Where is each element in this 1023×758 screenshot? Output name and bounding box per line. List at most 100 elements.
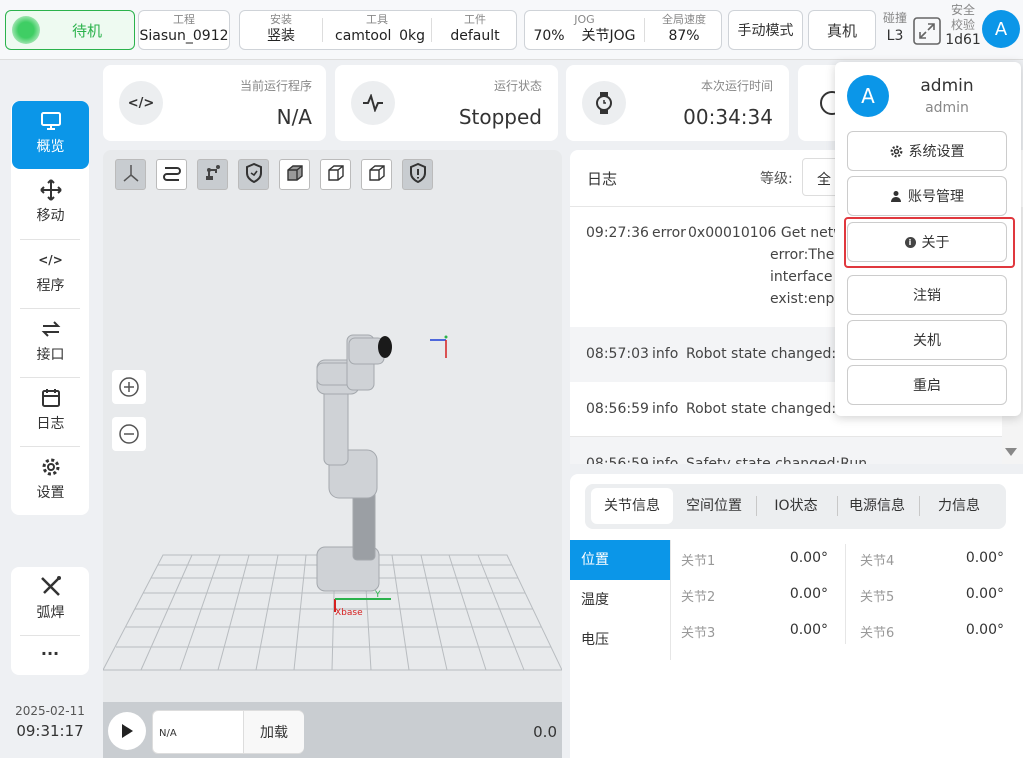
status-label: 待机 [71, 21, 102, 40]
robot-scene: Xbase Y [103, 334, 562, 671]
shutdown-button[interactable]: 关机 [847, 320, 1007, 360]
menu-item-label: 账号管理 [908, 189, 964, 205]
user-icon [890, 190, 902, 202]
collision-value: L3 [886, 28, 904, 44]
log-message-line: Robot state changed:E [686, 346, 845, 362]
menu-user-name: admin [920, 76, 974, 96]
install-tool-box[interactable]: 安装 竖装 工具 camtool 0kg 工件 default [239, 10, 517, 50]
program-card: </> 当前运行程序 N/A [103, 65, 326, 141]
playback-program-name: N/A [159, 728, 177, 739]
tab-space-position[interactable]: 空间位置 [676, 488, 752, 524]
sidebar-item-label: 移动 [36, 208, 65, 224]
more-button[interactable]: ··· [11, 640, 89, 670]
divider [837, 496, 838, 516]
gear-icon [12, 456, 89, 478]
workpiece-label: 工件 [464, 13, 486, 26]
project-value: Siasun_0912 [139, 28, 229, 44]
real-machine-button[interactable]: 真机 [808, 10, 876, 50]
sidebar-item-move[interactable]: 移动 [12, 170, 89, 238]
about-button[interactable]: i 关于 [847, 222, 1007, 262]
manual-mode-button[interactable]: 手动模式 [728, 10, 803, 50]
scroll-down-icon[interactable] [1005, 448, 1017, 456]
monitor-icon [12, 110, 89, 132]
side-label: 电压 [581, 632, 609, 648]
safety-value: 1d61 [945, 32, 981, 48]
log-time: 09:27:36 [586, 225, 649, 241]
avatar[interactable]: A [982, 10, 1020, 48]
extra-card [798, 65, 844, 141]
joint-side-position[interactable]: 位置 [570, 540, 670, 580]
tool-flange [378, 336, 392, 358]
status-dot-icon [12, 16, 40, 44]
tab-label: 空间位置 [686, 498, 742, 514]
sidebar-item-interface[interactable]: 接口 [12, 309, 89, 377]
playback-program-field[interactable]: N/A 加载 [152, 710, 304, 754]
log-level: info [652, 456, 679, 464]
state-value: Stopped [458, 105, 542, 129]
system-settings-button[interactable]: 系统设置 [847, 131, 1007, 171]
workpiece-value: default [450, 28, 500, 44]
safety-label-1: 安全 [950, 3, 975, 17]
account-management-button[interactable]: 账号管理 [847, 176, 1007, 216]
tab-force-info[interactable]: 力信息 [921, 488, 997, 524]
sidebar-item-label: 概览 [36, 139, 65, 155]
logout-button[interactable]: 注销 [847, 275, 1007, 315]
load-button[interactable]: 加载 [243, 711, 304, 753]
tab-label: 关节信息 [604, 498, 660, 514]
log-level: info [652, 401, 679, 417]
sidebar-item-program[interactable]: </> 程序 [12, 240, 89, 308]
log-message-line: Safety state changed:Run [686, 456, 868, 464]
tab-joint-info[interactable]: 关节信息 [591, 488, 673, 524]
state-card: 运行状态 Stopped [335, 65, 558, 141]
tab-label: 电源信息 [849, 498, 905, 514]
log-title: 日志 [587, 170, 618, 188]
joint-value: 0.00° [789, 586, 828, 602]
collision-level[interactable]: 碰撞 L3 [880, 10, 910, 46]
watch-icon [582, 81, 626, 125]
install-value: 竖装 [267, 28, 295, 44]
log-message-line: error:The [770, 247, 835, 263]
sidebar-item-overview[interactable]: 概览 [12, 101, 89, 169]
tool-weight: 0kg [399, 28, 425, 44]
joint-side-voltage[interactable]: 电压 [570, 620, 670, 660]
axis-x-label: Xbase [335, 608, 363, 618]
collision-label: 碰撞 [882, 11, 907, 25]
log-time: 08:56:59 [586, 456, 649, 464]
joint-side-temperature[interactable]: 温度 [570, 580, 670, 620]
side-label: 位置 [581, 552, 609, 568]
swap-icon [12, 318, 89, 340]
sidebar-item-label: 程序 [36, 278, 65, 294]
tab-power-info[interactable]: 电源信息 [839, 488, 915, 524]
log-row[interactable]: 08:56:59 info Safety state changed:Run [570, 437, 1002, 464]
joint-label: 关节1 [681, 554, 716, 569]
sidebar-item-weld[interactable]: 弧焊 [12, 567, 89, 635]
project-box[interactable]: 工程 Siasun_0912 [138, 10, 230, 50]
safety-check[interactable]: 安全 校验 1d61 [944, 3, 982, 48]
log-message-line: Robot state changed:D [686, 401, 847, 417]
tab-label: 力信息 [938, 498, 980, 514]
divider [20, 635, 80, 636]
program-label: 当前运行程序 [239, 79, 312, 93]
info-icon: i [904, 236, 916, 248]
joint-value: 0.00° [965, 550, 1004, 566]
jog-mode: 关节JOG [581, 28, 636, 44]
menu-item-label: 关于 [921, 235, 950, 251]
code-icon: </> [38, 253, 63, 267]
status-badge[interactable]: 待机 [5, 10, 135, 50]
runtime-value: 00:34:34 [683, 105, 773, 129]
sidebar-item-settings[interactable]: 设置 [12, 447, 89, 515]
log-level: error [652, 225, 686, 241]
play-button[interactable] [108, 712, 146, 750]
side-label: 温度 [581, 592, 609, 608]
fullscreen-icon[interactable] [912, 16, 942, 46]
sidebar-item-log[interactable]: 日志 [12, 378, 89, 446]
tool-label: 工具 [366, 13, 388, 26]
progress-value: 0.0 [533, 723, 557, 741]
jog-speed-box[interactable]: JOG 70% 关节JOG 全局速度 87% [524, 10, 722, 50]
restart-button[interactable]: 重启 [847, 365, 1007, 405]
tool-frame-axes [430, 335, 448, 358]
log-message-line: exist:enp1 [770, 291, 844, 307]
tab-io-status[interactable]: IO状态 [758, 488, 834, 524]
menu-item-label: 注销 [913, 288, 941, 304]
gear-icon [890, 145, 903, 158]
